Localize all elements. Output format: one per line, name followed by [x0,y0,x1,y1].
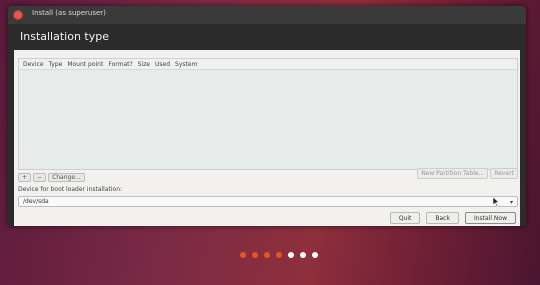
column-size[interactable]: Size [138,61,150,68]
bootloader-label: Device for boot loader installation: [18,186,123,193]
back-button[interactable]: Back [426,212,459,224]
progress-dot [312,252,318,258]
progress-dot [288,252,294,258]
bootloader-device-select[interactable]: /dev/sda ▾ [18,196,518,207]
column-format[interactable]: Format? [108,61,132,68]
column-device[interactable]: Device [23,61,44,68]
partition-toolbar: + − Change... [18,173,85,182]
installer-window: Install (as superuser) Installation type… [8,6,526,226]
partition-table-header: Device Type Mount point Format? Size Use… [19,59,517,70]
progress-dot [276,252,282,258]
progress-dot [300,252,306,258]
page-title: Installation type [20,30,109,43]
title-bar[interactable]: Install (as superuser) [8,6,526,24]
column-type[interactable]: Type [49,61,63,68]
column-system[interactable]: System [175,61,197,68]
navigation-buttons: Quit Back Install Now [389,212,516,224]
table-actions: New Partition Table... Revert [417,168,518,179]
new-partition-table-button[interactable]: New Partition Table... [417,168,489,179]
quit-button[interactable]: Quit [389,212,421,224]
remove-partition-button[interactable]: − [33,173,47,182]
bootloader-selected-value: /dev/sda [23,198,49,205]
mouse-cursor-icon [493,197,500,207]
dropdown-arrow-icon[interactable]: ▾ [510,199,513,206]
progress-dot [252,252,258,258]
install-now-button[interactable]: Install Now [464,212,516,224]
column-used[interactable]: Used [155,61,170,68]
progress-dots [240,252,318,258]
add-partition-button[interactable]: + [18,173,32,182]
close-window-button[interactable] [13,10,23,20]
partition-table[interactable]: Device Type Mount point Format? Size Use… [18,58,518,170]
main-panel: Device Type Mount point Format? Size Use… [14,50,520,226]
progress-dot [240,252,246,258]
change-partition-button[interactable]: Change... [48,173,85,182]
column-mount-point[interactable]: Mount point [67,61,103,68]
revert-button[interactable]: Revert [490,168,518,179]
window-title: Install (as superuser) [32,9,106,17]
progress-dot [264,252,270,258]
